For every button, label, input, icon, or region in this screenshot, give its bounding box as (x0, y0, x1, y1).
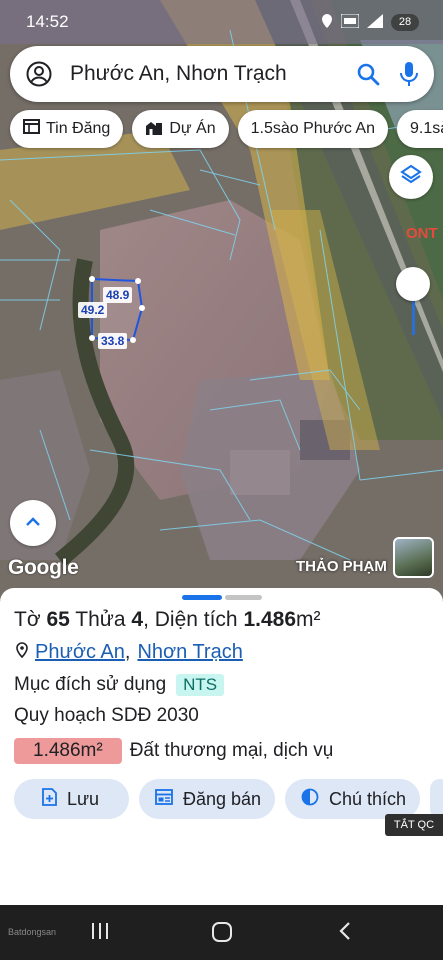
signal-icon (367, 13, 383, 31)
legend-button[interactable]: Chú thích (285, 779, 420, 819)
location-pin-icon (16, 641, 28, 664)
battery-icon: 28 (391, 13, 419, 31)
opacity-slider-track[interactable] (412, 298, 415, 335)
map-view[interactable]: ONT 48.9 49.2 33.8 14:52 28 Phước An, Nh… (0, 0, 443, 600)
sheet-handle-active[interactable] (182, 595, 222, 600)
dimension-label: 48.9 (103, 287, 133, 303)
dimension-label: 49.2 (78, 302, 108, 318)
system-nav-bar: Batdongsan (0, 905, 443, 960)
contrast-icon (301, 788, 319, 811)
more-action-button[interactable] (430, 779, 443, 819)
chevron-up-icon (25, 514, 41, 532)
search-icon[interactable] (356, 62, 380, 86)
layers-icon (400, 164, 422, 191)
chip-label: 1.5sào Phước An (250, 120, 375, 137)
action-buttons: Lưu Đăng bán Chú thích (14, 779, 443, 819)
microphone-icon[interactable] (400, 61, 418, 87)
chip-label: 9.1sào (410, 120, 443, 137)
parcel-info-sheet: Tờ 65 Thửa 4, Diện tích 1.486m² Phước An… (0, 588, 443, 905)
home-button[interactable] (211, 921, 233, 948)
filter-chips: Tin Đăng Dự Án 1.5sào Phước An 9.1sào (10, 110, 443, 148)
dimension-label: 33.8 (98, 333, 128, 349)
plan-label-row: Quy hoạch SDĐ 2030 (14, 705, 199, 727)
zoning-code-label: ONT (406, 225, 438, 242)
plan-use: Đất thương mại, dịch vụ (129, 740, 334, 761)
purpose-label: Mục đích sử dụng (14, 674, 167, 695)
building-icon (145, 119, 163, 140)
ward-link[interactable]: Phước An (35, 641, 125, 663)
location-status-icon (321, 13, 333, 31)
layers-button[interactable] (389, 155, 433, 199)
chip-label: Dự Án (169, 120, 216, 137)
save-button[interactable]: Lưu (14, 779, 129, 819)
chip-du-an[interactable]: Dự Án (132, 110, 229, 148)
owner-avatar[interactable] (393, 537, 434, 578)
district-link[interactable]: Nhơn Trạch (137, 641, 242, 664)
land-use-row: Mục đích sử dụng NTS (14, 674, 225, 696)
chip-saved-search[interactable]: 1.5sào Phước An (237, 110, 388, 148)
recent-apps-button[interactable] (90, 921, 110, 946)
chip-label: Tin Đăng (46, 120, 111, 137)
search-bar[interactable]: Phước An, Nhơn Trạch (10, 46, 434, 102)
opacity-slider-handle[interactable] (396, 267, 430, 301)
plan-detail-row: 1.486m² Đất thương mại, dịch vụ (14, 738, 333, 764)
ad-toggle-button[interactable]: TẮT QC (385, 814, 443, 836)
chip-saved-search[interactable]: 9.1sào (397, 110, 443, 148)
post-listing-button[interactable]: Đăng bán (139, 779, 275, 819)
account-icon[interactable] (26, 61, 52, 87)
plan-area-badge: 1.486m² (14, 738, 122, 764)
parcel-title: Tờ 65 Thửa 4, Diện tích 1.486m² (14, 608, 321, 631)
listing-icon (155, 788, 173, 810)
add-doc-icon (42, 787, 57, 811)
network-5g-icon (340, 13, 360, 31)
back-button[interactable] (338, 921, 352, 946)
chip-tin-dang[interactable]: Tin Đăng (10, 110, 124, 148)
purpose-badge: NTS (176, 674, 225, 696)
status-time: 14:52 (26, 12, 69, 31)
watermark: Batdongsan (8, 927, 57, 937)
google-logo: Google (8, 556, 79, 579)
search-input[interactable]: Phước An, Nhơn Trạch (70, 62, 356, 86)
expand-button[interactable] (10, 500, 56, 546)
status-bar: 14:52 28 (0, 0, 443, 44)
plan-label: Quy hoạch SDĐ 2030 (14, 705, 199, 726)
parcel-location: Phước An, Nhơn Trạch (16, 641, 243, 664)
sheet-handle[interactable] (225, 595, 262, 600)
owner-name: THẢO PHẠM (296, 558, 387, 575)
table-icon (23, 119, 40, 139)
